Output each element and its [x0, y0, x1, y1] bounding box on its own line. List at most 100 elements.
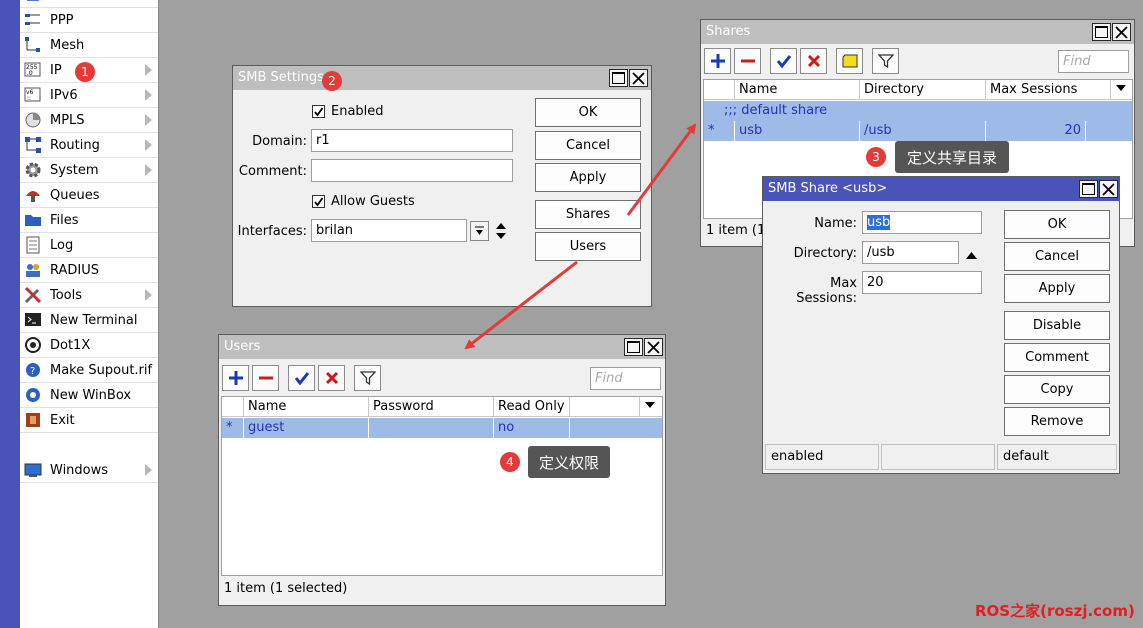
shares-titlebar[interactable]: Shares — [701, 20, 1134, 44]
domain-field[interactable]: r1 — [311, 129, 513, 152]
allow-guests-checkbox[interactable] — [312, 195, 325, 208]
column-chooser-icon[interactable] — [1111, 80, 1132, 100]
password-cell — [369, 418, 494, 438]
sidebar-item-mesh[interactable]: Mesh — [20, 33, 158, 58]
interfaces-dropdown-icon[interactable] — [470, 221, 489, 241]
step-badge-3: 3 — [866, 147, 886, 167]
find-input[interactable]: Find — [1058, 50, 1129, 73]
max-sessions-cell: 20 — [986, 121, 1086, 141]
disable-button[interactable] — [318, 365, 345, 391]
filter-button[interactable] — [872, 48, 899, 74]
submenu-arrow-icon — [145, 464, 152, 476]
ok-button[interactable]: OK — [535, 98, 641, 127]
sidebar-item-new-terminal[interactable]: New Terminal — [20, 308, 158, 333]
maximize-icon[interactable] — [1079, 180, 1098, 198]
name-field[interactable]: usb — [862, 211, 982, 234]
remove-button[interactable]: Remove — [1004, 407, 1110, 436]
column-header-name[interactable]: Name — [735, 80, 860, 100]
sidebar-item-tools[interactable]: Tools — [20, 283, 158, 308]
filter-button[interactable] — [354, 365, 381, 391]
sidebar-item-windows[interactable]: Windows — [20, 458, 158, 483]
directory-field[interactable]: /usb — [862, 241, 959, 264]
cancel-button[interactable]: Cancel — [535, 131, 641, 160]
column-header-name[interactable]: Name — [244, 397, 369, 417]
users-titlebar[interactable]: Users — [219, 335, 665, 359]
shares-button[interactable]: Shares — [535, 200, 641, 229]
table-row[interactable]: * usb /usb 20 — [704, 121, 1132, 141]
sidebar-item-files[interactable]: Files — [20, 208, 158, 233]
sidebar-item-dot1x[interactable]: Dot1X — [20, 333, 158, 358]
add-button[interactable] — [704, 48, 731, 74]
winbox-icon — [24, 386, 42, 404]
sidebar-item-exit[interactable]: Exit — [20, 408, 158, 433]
apply-button[interactable]: Apply — [1004, 274, 1110, 303]
table-comment-row[interactable]: ;;; default share — [704, 101, 1132, 121]
status-empty — [881, 444, 995, 470]
column-header-flag[interactable] — [222, 397, 244, 417]
allow-guests-label: Allow Guests — [331, 194, 415, 209]
sidebar-item-partial[interactable] — [20, 0, 158, 8]
sidebar-item-mpls[interactable]: MPLS — [20, 108, 158, 133]
maximize-icon[interactable] — [624, 338, 643, 356]
column-header-password[interactable]: Password — [369, 397, 494, 417]
sidebar-item-make-supout[interactable]: ? Make Supout.rif — [20, 358, 158, 383]
partial-icon — [24, 0, 42, 4]
sidebar-item-system[interactable]: System — [20, 158, 158, 183]
sidebar-item-routing[interactable]: Routing — [20, 133, 158, 158]
submenu-arrow-icon — [145, 114, 152, 126]
submenu-arrow-icon — [145, 164, 152, 176]
column-header-max-sessions[interactable]: Max Sessions — [986, 80, 1111, 100]
interfaces-updown-icon[interactable] — [495, 222, 507, 244]
maximize-icon[interactable] — [609, 69, 628, 87]
close-icon[interactable] — [644, 338, 663, 356]
name-cell: guest — [244, 418, 369, 438]
disable-button[interactable]: Disable — [1004, 311, 1110, 340]
max-sessions-field[interactable]: 20 — [862, 271, 982, 294]
comment-button[interactable]: Comment — [1004, 343, 1110, 372]
sidebar-item-ppp[interactable]: PPP — [20, 8, 158, 33]
users-button[interactable]: Users — [535, 232, 641, 261]
sidebar-item-log[interactable]: Log — [20, 233, 158, 258]
interfaces-field[interactable]: brilan — [311, 219, 467, 242]
name-cell: usb — [735, 121, 860, 141]
sidebar-item-new-winbox[interactable]: New WinBox — [20, 383, 158, 408]
remove-button[interactable] — [252, 365, 279, 391]
sidebar-item-queues[interactable]: Queues — [20, 183, 158, 208]
terminal-icon — [24, 311, 42, 329]
close-icon[interactable] — [1099, 180, 1118, 198]
submenu-arrow-icon — [145, 289, 152, 301]
cancel-button[interactable]: Cancel — [1004, 242, 1110, 271]
sidebar-item-label: Files — [50, 212, 79, 228]
add-button[interactable] — [222, 365, 249, 391]
comment-field[interactable] — [311, 159, 513, 182]
table-row[interactable]: * guest no — [222, 418, 662, 438]
smb-share-titlebar[interactable]: SMB Share <usb> — [763, 177, 1119, 201]
enabled-checkbox[interactable] — [312, 105, 325, 118]
smb-share-window: SMB Share <usb> Name: usb Directory: /us… — [762, 176, 1120, 474]
smb-settings-titlebar[interactable]: SMB Settings — [233, 66, 651, 90]
close-icon[interactable] — [1112, 23, 1131, 41]
sidebar-item-label: Exit — [50, 412, 75, 428]
sidebar-item-label: New Terminal — [50, 312, 138, 328]
close-icon[interactable] — [629, 69, 648, 87]
sidebar-item-label: PPP — [50, 12, 74, 28]
column-header-directory[interactable]: Directory — [860, 80, 986, 100]
sidebar-item-radius[interactable]: RADIUS — [20, 258, 158, 283]
column-header-read-only[interactable]: Read Only — [494, 397, 570, 417]
enable-button[interactable] — [770, 48, 797, 74]
apply-button[interactable]: Apply — [535, 163, 641, 192]
sidebar-item-label: Windows — [50, 462, 109, 478]
maximize-icon[interactable] — [1092, 23, 1111, 41]
column-header-flag[interactable] — [704, 80, 735, 100]
submenu-arrow-icon — [145, 64, 152, 76]
remove-button[interactable] — [734, 48, 761, 74]
enable-button[interactable] — [288, 365, 315, 391]
ok-button[interactable]: OK — [1004, 210, 1110, 239]
directory-collapse-icon[interactable] — [965, 249, 978, 264]
comment-button[interactable] — [836, 48, 863, 74]
column-chooser-icon[interactable] — [640, 397, 662, 417]
sidebar-item-ipv6[interactable]: v6:: IPv6 — [20, 83, 158, 108]
disable-button[interactable] — [800, 48, 827, 74]
copy-button[interactable]: Copy — [1004, 375, 1110, 404]
find-input[interactable]: Find — [590, 367, 661, 390]
